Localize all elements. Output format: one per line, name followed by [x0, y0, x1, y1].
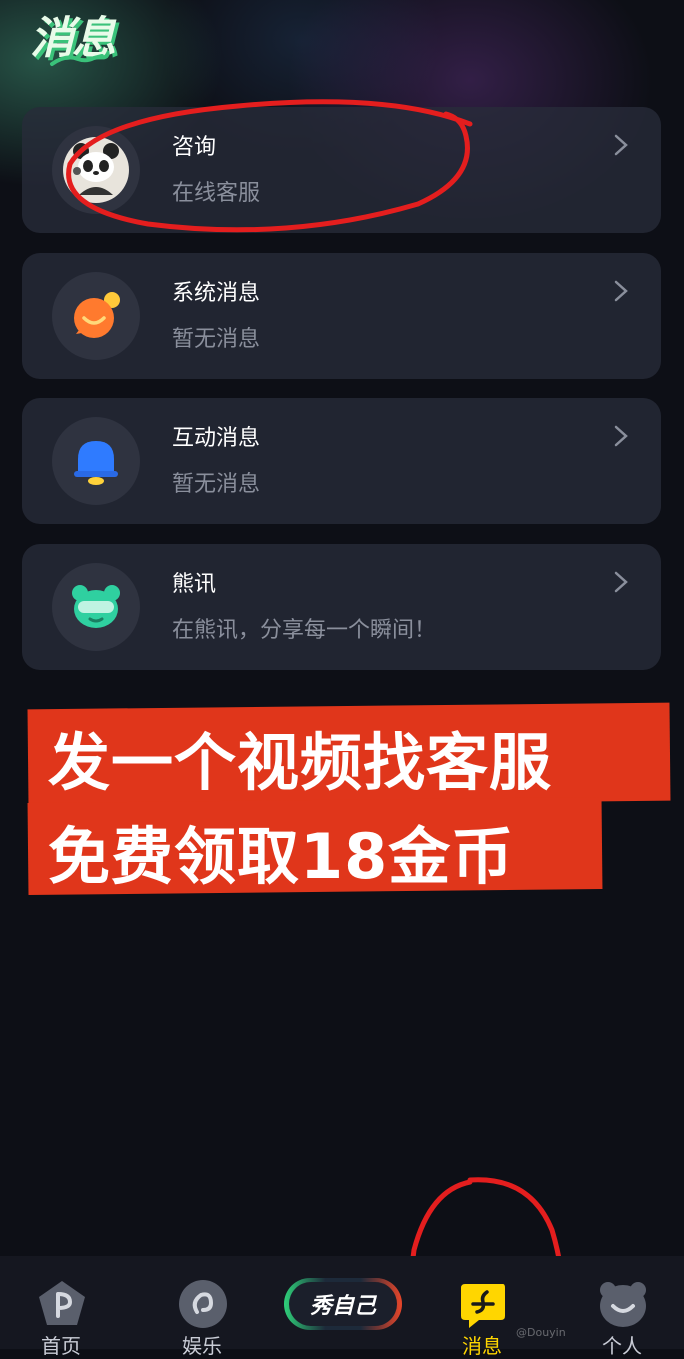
card-subtitle: 暂无消息	[172, 327, 261, 352]
tab-entertainment[interactable]: 娱乐	[147, 1256, 257, 1358]
bell-icon	[52, 417, 140, 505]
promo-line-1: 发一个视频找客服	[48, 726, 553, 799]
card-subtitle: 在线客服	[172, 181, 261, 206]
promo-banner: 发一个视频找客服 免费领取18金币	[27, 702, 671, 896]
xiongxun-card[interactable]: 熊讯 在熊讯，分享每一个瞬间！	[22, 544, 661, 670]
tab-label: 个人	[602, 1334, 642, 1358]
card-title: 咨询	[172, 135, 217, 160]
watermark: @Douyin	[516, 1326, 566, 1339]
interaction-message-card[interactable]: 互动消息 暂无消息	[22, 398, 661, 524]
home-pentagon-icon	[39, 1281, 85, 1325]
card-subtitle: 在熊讯，分享每一个瞬间！	[172, 618, 437, 643]
system-message-card[interactable]: 系统消息 暂无消息	[22, 253, 661, 379]
chevron-right-icon	[614, 571, 628, 593]
chevron-right-icon	[614, 134, 628, 156]
panda-avatar-icon	[52, 126, 140, 214]
show-self-button[interactable]: 秀自己	[284, 1278, 402, 1330]
tab-profile[interactable]: 个人	[567, 1256, 677, 1358]
show-self-label: 秀自己	[289, 1282, 397, 1326]
title-swoosh-decoration	[50, 54, 104, 66]
tab-label: 娱乐	[182, 1334, 222, 1358]
card-title: 熊讯	[172, 572, 217, 597]
messages-icon	[461, 1284, 505, 1328]
bear-face-icon	[52, 563, 140, 651]
tab-label: 首页	[41, 1334, 81, 1358]
chevron-right-icon	[614, 280, 628, 302]
entertainment-icon	[179, 1280, 227, 1328]
chat-bubble-icon	[52, 272, 140, 360]
card-title: 系统消息	[172, 281, 261, 306]
promo-line-2: 免费领取18金币	[48, 820, 515, 893]
tab-home[interactable]: 首页	[6, 1256, 116, 1358]
card-subtitle: 暂无消息	[172, 472, 261, 497]
consult-card[interactable]: 咨询 在线客服	[22, 107, 661, 233]
chevron-right-icon	[614, 425, 628, 447]
card-title: 互动消息	[172, 426, 261, 451]
profile-bear-icon	[600, 1282, 646, 1327]
